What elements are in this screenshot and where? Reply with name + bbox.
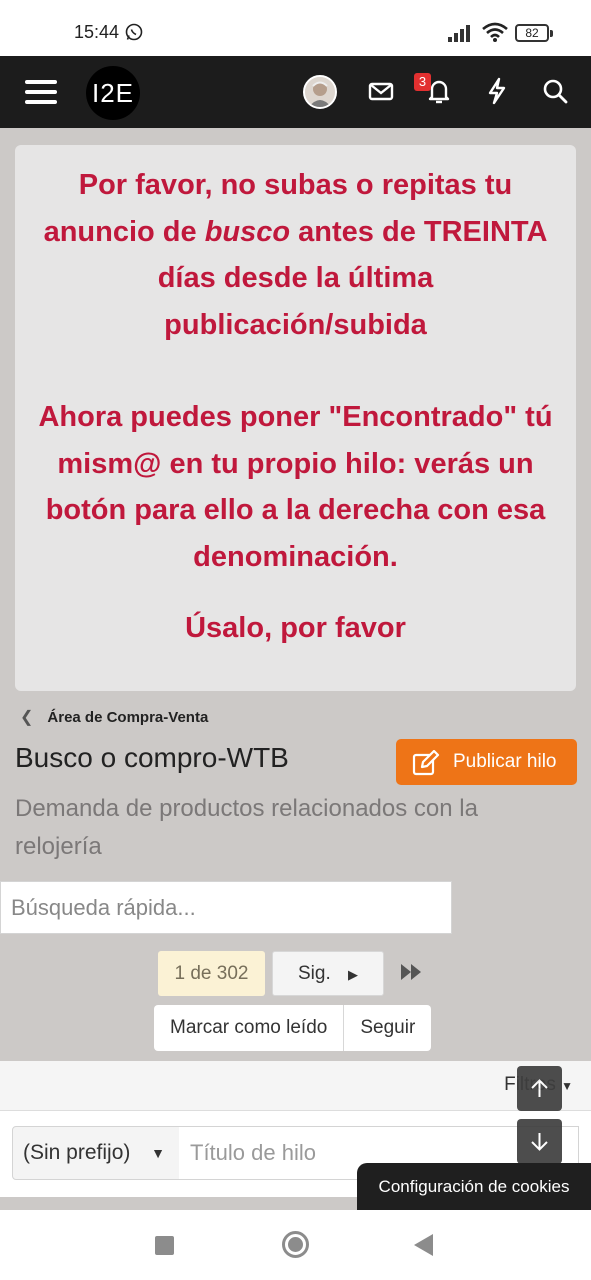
notice-box: Por favor, no subas o repitas tu anuncio… xyxy=(15,145,576,691)
page-title: Busco o compro-WTB xyxy=(15,742,289,773)
menu-icon[interactable] xyxy=(22,75,60,109)
thread-actions: Marcar como leído Seguir xyxy=(154,1005,432,1051)
forum-description: Demanda de productos relacionados con la… xyxy=(15,795,478,860)
system-navigation-bar xyxy=(0,1210,591,1280)
recent-apps-icon[interactable] xyxy=(155,1236,174,1255)
battery-icon: 82 xyxy=(515,24,553,42)
notice-line-3: Úsalo, por favor xyxy=(185,612,406,644)
breadcrumb-label: Área de Compra-Venta xyxy=(47,709,209,726)
last-page-icon[interactable] xyxy=(400,962,424,982)
follow-button[interactable]: Seguir xyxy=(343,1005,431,1051)
arrow-down-icon xyxy=(531,1133,548,1151)
next-page-label: Sig. xyxy=(297,963,331,984)
edit-icon xyxy=(412,750,440,776)
chevron-left-icon: ❮ xyxy=(20,709,34,726)
wifi-icon xyxy=(482,22,508,42)
quick-search-input[interactable] xyxy=(0,881,452,934)
prefix-value: (Sin prefijo) xyxy=(23,1141,131,1164)
scroll-down-button[interactable] xyxy=(517,1119,562,1164)
caret-down-icon: ▼ xyxy=(561,1079,573,1093)
whatsapp-icon xyxy=(125,23,143,41)
status-bar: 15:44 82 xyxy=(0,0,591,56)
notice-line-1: Por favor, no subas o repitas tu anuncio… xyxy=(43,169,548,341)
home-icon[interactable] xyxy=(282,1231,309,1258)
cookie-settings-button[interactable]: Configuración de cookies xyxy=(357,1163,591,1210)
filter-bar: Filtros ▼ xyxy=(0,1061,591,1111)
prefix-select[interactable]: (Sin prefijo) ▼ xyxy=(12,1126,180,1180)
caret-right-icon: ▶ xyxy=(348,967,359,982)
next-page-button[interactable]: Sig. ▶ xyxy=(272,951,384,996)
scroll-up-button[interactable] xyxy=(517,1066,562,1111)
mark-read-button[interactable]: Marcar como leído xyxy=(154,1005,343,1051)
publish-thread-button[interactable]: Publicar hilo xyxy=(396,739,577,785)
status-time: 15:44 xyxy=(74,22,120,42)
notification-badge: 3 xyxy=(414,73,431,91)
signal-icon xyxy=(448,25,470,42)
top-navigation: I2E 3 xyxy=(0,56,591,128)
arrow-up-icon xyxy=(531,1079,548,1097)
publish-thread-label: Publicar hilo xyxy=(453,751,557,772)
notice-line-2: Ahora puedes poner "Encontrado" tú mism@… xyxy=(38,401,553,573)
page-current[interactable]: 1 de 302 xyxy=(158,951,265,996)
back-icon[interactable] xyxy=(414,1234,433,1256)
search-icon[interactable] xyxy=(540,76,570,106)
site-logo[interactable]: I2E xyxy=(86,66,140,120)
lightning-icon[interactable] xyxy=(482,76,512,106)
caret-down-icon: ▼ xyxy=(151,1145,165,1161)
avatar[interactable] xyxy=(303,75,337,109)
breadcrumb[interactable]: ❮ Área de Compra-Venta xyxy=(20,707,208,727)
mail-icon[interactable] xyxy=(366,76,396,106)
